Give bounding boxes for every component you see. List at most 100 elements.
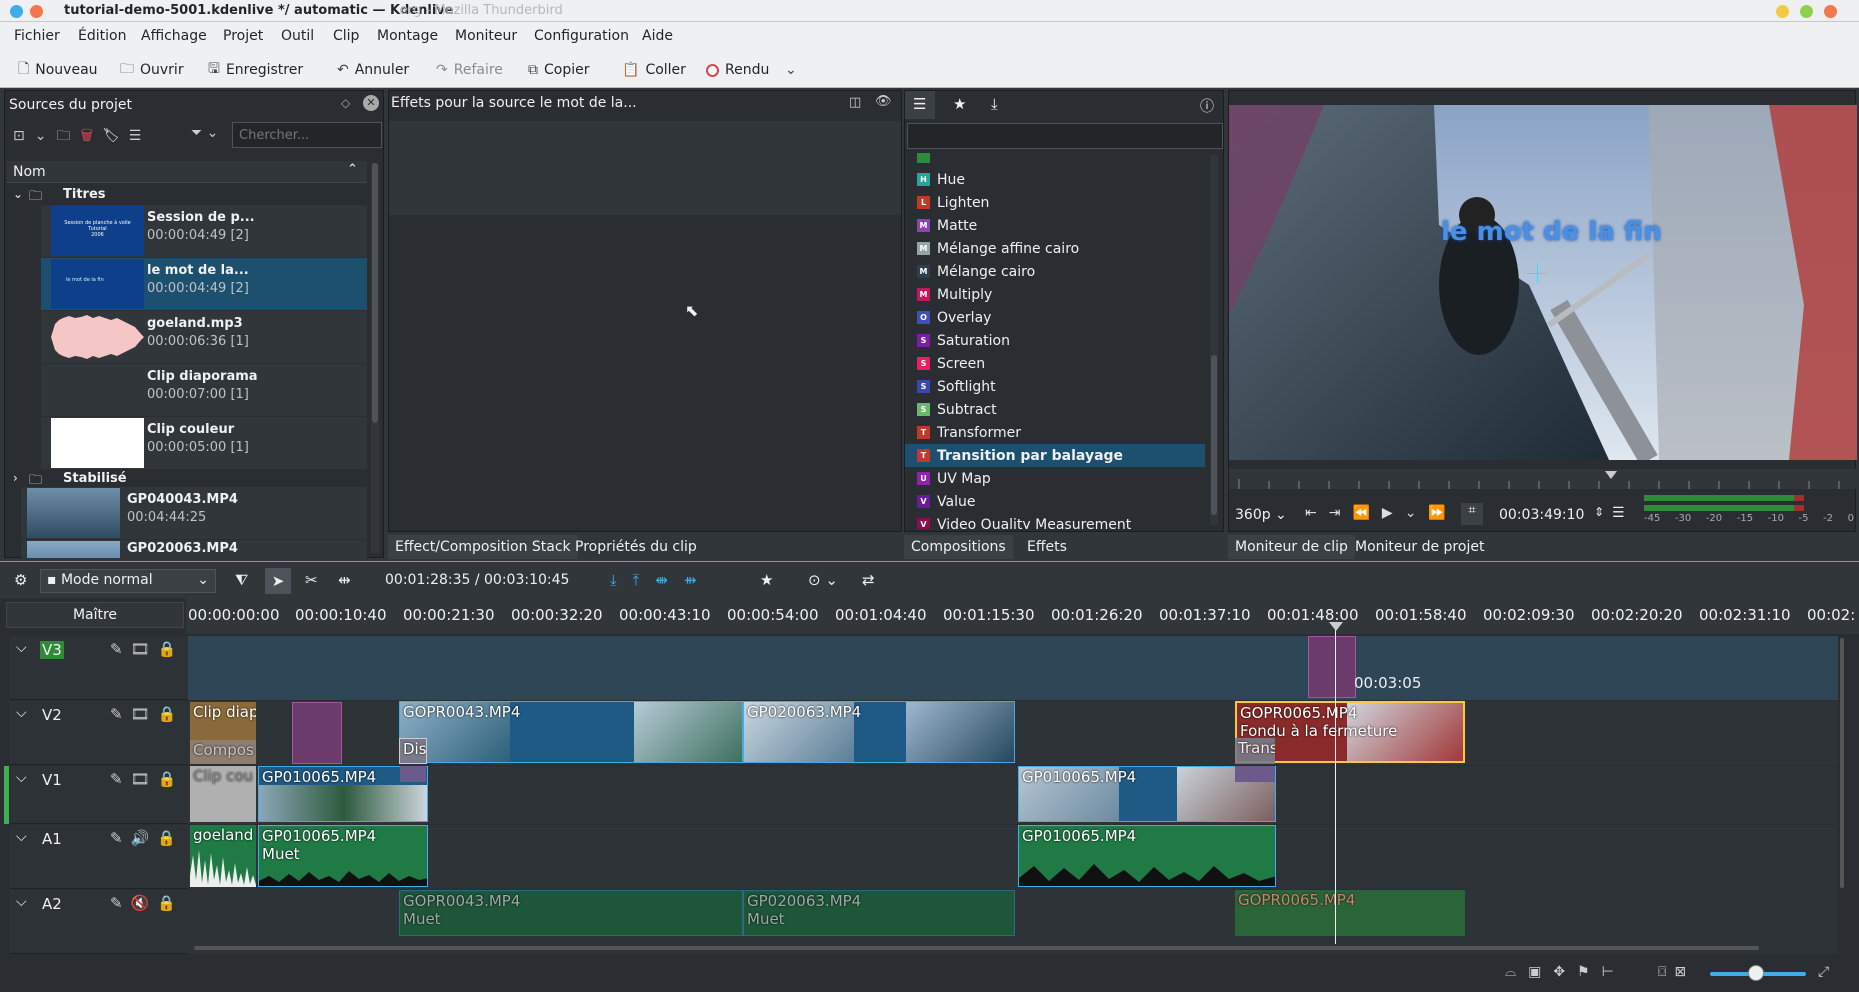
clip-gp010065-audio-a[interactable]: GP010065.MP4 Muet [258,825,428,887]
clip-gopr0043-audio[interactable]: GOPR0043.MP4 Muet [399,890,743,936]
effect-item[interactable]: M Matte [905,214,1205,237]
track-controls[interactable]: ✎🔇🔒 [110,894,184,912]
folder-collapse-icon[interactable]: › [13,471,18,485]
effects-search-input[interactable] [907,123,1223,149]
zone-in-icon[interactable]: ⇤ [1305,505,1329,521]
bin-item-le-mot[interactable]: le mot de la fin le mot de la... 00:00:0… [41,258,367,310]
forward-icon[interactable]: ⏩ [1428,505,1457,521]
tab-clip-properties[interactable]: Propriétés du clip [568,535,704,559]
split-compare-icon[interactable]: ◫ [849,95,861,110]
menu-projet[interactable]: Projet [223,28,263,44]
clip-goeland-audio[interactable]: goeland [190,825,256,887]
bin-item-couleur[interactable]: Clip couleur 00:00:05:00 [1] [41,417,367,469]
clip-v3-title[interactable] [1308,636,1356,698]
render-dropdown[interactable]: ⌄ [785,59,797,81]
track-collapse-icon[interactable]: ⌵ [16,640,27,656]
clip-couleur[interactable]: Clip cou [190,766,256,822]
effect-item[interactable]: M Mélange affine cairo [905,237,1205,260]
composition-dissolve[interactable]: Dis [399,738,427,764]
extract-icon[interactable]: ⇼ [655,571,684,589]
lift-icon[interactable]: ⇻ [684,571,713,589]
minimize-window-icon[interactable] [30,5,43,18]
monitor-menu-icon[interactable]: ☰ [1612,505,1625,521]
zoom-slider-handle[interactable] [1748,965,1764,981]
download-icon[interactable]: ⤓ [991,95,998,113]
add-clip-icon[interactable]: ⊡ [13,128,35,144]
keyframes-icon[interactable]: ⊢ [1602,964,1626,980]
copy-button[interactable]: ⧉ Copier [528,59,590,81]
redo-button[interactable]: ↷ Refaire [436,59,503,81]
track-header-v3[interactable]: ⌵ V3 ✎🎞🔒 [10,636,188,700]
timecode-spin-icon[interactable]: ⇕ [1594,505,1604,519]
mixer-icon[interactable]: ⇄ [862,571,875,589]
menu-outil[interactable]: Outil [281,28,314,44]
undo-button[interactable]: ↶ Annuler [337,59,409,81]
effect-item[interactable]: S Softlight [905,375,1205,398]
play-icon[interactable]: ▶ [1382,505,1405,521]
clip-gopr0043[interactable]: GOPR0043.MP4 [399,701,743,763]
playhead-marker[interactable] [1329,622,1343,631]
monitor-timecode[interactable]: 00:03:49:10 [1499,507,1584,523]
menu-fichier[interactable]: Fichier [14,28,60,44]
menu-edition[interactable]: Édition [78,28,126,44]
folder-stabilise[interactable]: Stabilisé [63,471,127,486]
clip-diaporama[interactable]: Clip diap [190,702,256,740]
slip-tool-icon[interactable]: ⇹ [338,571,351,589]
float-panel-icon[interactable]: ◇ [341,96,350,110]
close-window-icon[interactable] [10,5,23,18]
delete-icon[interactable]: 🗑 [80,128,103,144]
clip-gopr0065-audio[interactable]: GOPR0065.MP4 [1235,890,1465,936]
master-track[interactable]: Maître [6,602,184,628]
tab-compositions[interactable]: Compositions [904,535,1013,559]
zoom-fit-icon[interactable]: ⌼ [1658,964,1674,980]
effect-item[interactable]: S Subtract [905,398,1205,421]
audio-thumbs-icon[interactable]: ✥ [1553,964,1577,980]
resolution-select[interactable]: 360p ⌄ [1235,507,1287,523]
track-controls[interactable]: ✎🔊🔒 [110,829,184,847]
monitor-video[interactable]: le mot de la fin [1229,105,1857,460]
zoom-in-icon[interactable]: ⤢ [1818,964,1829,980]
effect-item[interactable]: V Value [905,490,1205,513]
folder-expand-icon[interactable]: ⌄ [13,187,23,201]
clip-gp010065-audio-b[interactable]: GP010065.MP4 [1018,825,1276,887]
bin-column-header[interactable]: Nom ⌃ [7,161,367,183]
close-panel-icon[interactable]: ✕ [363,95,379,111]
effect-item[interactable]: S Screen [905,352,1205,375]
menu-montage[interactable]: Montage [377,28,438,44]
zoom-out-icon[interactable]: ⊠ [1674,964,1694,980]
open-button[interactable]: 🗀 Ouvrir [120,59,184,81]
effect-item[interactable]: H Hue [905,168,1205,191]
clip-gp020063-audio[interactable]: GP020063.MP4 Muet [743,890,1015,936]
track-collapse-icon[interactable]: ⌵ [16,829,27,845]
timeline-settings-icon[interactable]: ⚙ [14,571,27,589]
zone-out-icon[interactable]: ⇥ [1329,505,1353,521]
track-collapse-icon[interactable]: ⌵ [16,894,27,910]
menu-moniteur[interactable]: Moniteur [455,28,517,44]
clip-gp020063[interactable]: GP020063.MP4 [743,701,1015,763]
clip-title-v2[interactable] [292,702,342,764]
folder-titres[interactable]: Titres [63,187,106,202]
overwrite-icon[interactable]: ⤒ [633,571,656,589]
edit-mode-select[interactable]: ▪ Mode normal ⌄ [40,569,216,593]
thumbnails-icon[interactable]: ▣ [1528,964,1553,980]
favorites-star-icon[interactable]: ★ [953,95,966,113]
composition-trans[interactable]: Trans [1235,738,1275,764]
timeline-scrollbar[interactable] [194,946,1759,950]
bin-scrollbar[interactable] [371,163,379,553]
bin-item-session[interactable]: Session de planche à voile Tutorial 2006 S… [41,205,367,257]
eye-icon[interactable]: 👁 [875,94,892,109]
tab-project-monitor[interactable]: Moniteur de projet [1348,535,1491,559]
effect-item[interactable]: V Video Quality Measurement [905,513,1205,529]
render-button[interactable]: Rendu [706,59,769,81]
menu-clip[interactable]: Clip [333,28,359,44]
track-controls[interactable]: ✎🎞🔒 [110,640,184,658]
bin-item-goeland[interactable]: goeland.mp3 00:00:06:36 [1] [41,311,367,363]
menu-aide[interactable]: Aide [642,28,673,44]
track-controls[interactable]: ✎🎞🔒 [110,770,184,788]
close-app-icon[interactable] [1824,5,1837,18]
track-collapse-icon[interactable]: ⌵ [16,705,27,721]
menu-affichage[interactable]: Affichage [141,28,207,44]
spacer-tool-icon[interactable]: ⧨ [235,571,248,589]
record-icon[interactable]: ⊙ ⌄ [808,571,838,589]
tag-icon[interactable]: 🏷 [103,128,129,144]
